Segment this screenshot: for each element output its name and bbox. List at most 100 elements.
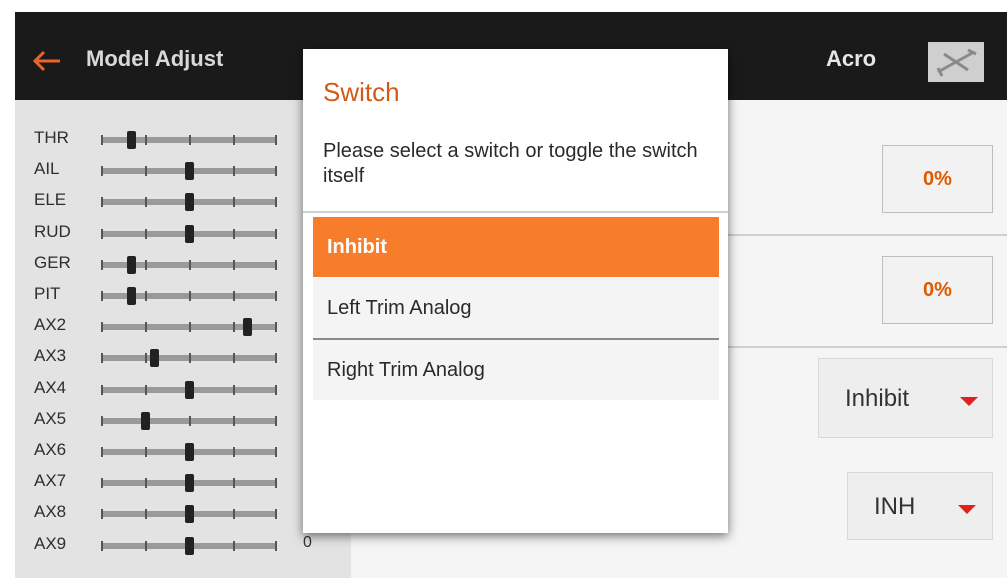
channel-label: AX2 xyxy=(34,315,67,335)
channel-tick xyxy=(145,509,147,520)
switch-dropdown[interactable]: Inhibit xyxy=(818,358,993,438)
channel-tick xyxy=(145,259,147,270)
channel-bar xyxy=(101,224,277,243)
flight-mode-label: Acro xyxy=(826,46,877,71)
channel-row: THR xyxy=(15,128,345,159)
channel-tick xyxy=(145,228,147,239)
channel-label: THR xyxy=(34,128,69,147)
channel-row: AX5 xyxy=(15,409,345,440)
channel-label: AIL xyxy=(34,159,60,179)
channel-row: AX6 xyxy=(15,440,345,471)
channel-tick xyxy=(275,509,277,520)
channel-tick xyxy=(275,384,277,395)
channel-row: AIL xyxy=(15,159,345,190)
channel-tick xyxy=(101,135,103,145)
value-box-2[interactable]: 0% xyxy=(882,256,993,324)
channel-tick xyxy=(101,415,103,426)
channel-position-marker xyxy=(185,193,194,212)
channel-tick xyxy=(101,291,103,301)
page-title: Model Adjust xyxy=(86,46,224,71)
channel-position-marker xyxy=(149,349,159,368)
option-left-trim-analog[interactable]: Left Trim Analog xyxy=(313,278,719,338)
channel-tick xyxy=(275,322,277,333)
channel-tick xyxy=(101,478,103,489)
channel-tick xyxy=(233,540,235,551)
option-right-trim-analog[interactable]: Right Trim Analog xyxy=(313,340,719,400)
channel-tick xyxy=(233,228,235,239)
channel-tick xyxy=(275,291,277,301)
channel-value: 0 xyxy=(303,533,312,551)
channel-tick xyxy=(101,259,103,270)
channel-position-marker xyxy=(185,505,194,524)
switch-position-value: INH xyxy=(874,493,916,520)
channel-position-marker xyxy=(126,131,136,149)
switch-position-dropdown[interactable]: INH xyxy=(847,472,993,540)
option-inhibit[interactable]: Inhibit xyxy=(313,217,719,277)
channel-label: AX3 xyxy=(34,346,67,366)
channel-row: AX9 0 xyxy=(15,534,345,565)
channel-position-marker xyxy=(126,255,136,274)
airplane-icon[interactable] xyxy=(928,42,984,82)
channel-label: RUD xyxy=(34,221,71,241)
channel-label: AX9 xyxy=(34,533,67,553)
channel-tick xyxy=(275,478,277,489)
channel-tick xyxy=(233,135,235,145)
channel-tick xyxy=(145,197,147,208)
channel-bar xyxy=(101,318,277,337)
channel-tick xyxy=(101,509,103,520)
channel-bar xyxy=(101,443,277,461)
channel-label: AX8 xyxy=(34,502,67,522)
channel-tick xyxy=(189,322,191,333)
channel-label: ELE xyxy=(34,190,67,210)
channel-bar xyxy=(101,380,277,399)
channel-position-marker xyxy=(185,536,194,555)
channel-tick xyxy=(189,415,191,426)
dialog-title: Switch xyxy=(323,77,400,107)
channel-tick xyxy=(145,447,147,457)
screen-frame: Model Adjust Acro THR AIL ELE RUD GER PIT AX2 A… xyxy=(0,0,1007,578)
channel-row: AX2 xyxy=(15,315,345,346)
channel-monitor: THR AIL ELE RUD GER PIT AX2 AX3 AX4 AX5 AX6 AX7 AX8 A… xyxy=(15,100,351,578)
value-box-1[interactable]: 0% xyxy=(882,145,993,213)
switch-dropdown-value: Inhibit xyxy=(845,385,910,412)
channel-tick xyxy=(233,384,235,395)
switch-dialog: Switch Please select a switch or toggle … xyxy=(303,49,728,533)
back-arrow-icon[interactable] xyxy=(30,44,64,78)
channel-tick xyxy=(145,322,147,333)
channel-bar xyxy=(101,287,277,305)
channel-tick xyxy=(189,135,191,145)
channel-bar xyxy=(101,349,277,368)
channel-tick xyxy=(233,353,235,364)
channel-label: AX7 xyxy=(34,471,67,491)
channel-row: AX7 xyxy=(15,471,345,502)
channel-position-marker xyxy=(141,411,150,430)
channel-tick xyxy=(233,291,235,301)
channel-tick xyxy=(275,447,277,457)
channel-position-marker xyxy=(185,380,194,399)
channel-label: AX5 xyxy=(34,408,67,428)
channel-tick xyxy=(145,135,147,145)
channel-tick xyxy=(233,415,235,426)
channel-tick xyxy=(101,197,103,208)
channel-bar xyxy=(101,536,277,555)
channel-position-marker xyxy=(185,443,194,461)
channel-tick xyxy=(145,291,147,301)
channel-tick xyxy=(275,166,277,177)
channel-row: PIT xyxy=(15,284,345,315)
dialog-message: Please select a switch or toggle the swi… xyxy=(323,140,698,187)
channel-tick xyxy=(233,166,235,177)
channel-bar xyxy=(101,193,277,212)
channel-tick xyxy=(275,197,277,208)
channel-bar xyxy=(101,131,277,149)
channel-row: GER xyxy=(15,253,345,284)
channel-bar xyxy=(101,505,277,524)
chevron-down-icon xyxy=(960,397,978,406)
channel-label: AX4 xyxy=(34,377,67,397)
channel-tick xyxy=(275,259,277,270)
channel-row: AX8 xyxy=(15,502,345,533)
channel-tick xyxy=(101,540,103,551)
channel-position-marker xyxy=(243,318,253,337)
channel-row: ELE xyxy=(15,190,345,221)
channel-bar xyxy=(101,474,277,493)
channel-tick xyxy=(275,353,277,364)
